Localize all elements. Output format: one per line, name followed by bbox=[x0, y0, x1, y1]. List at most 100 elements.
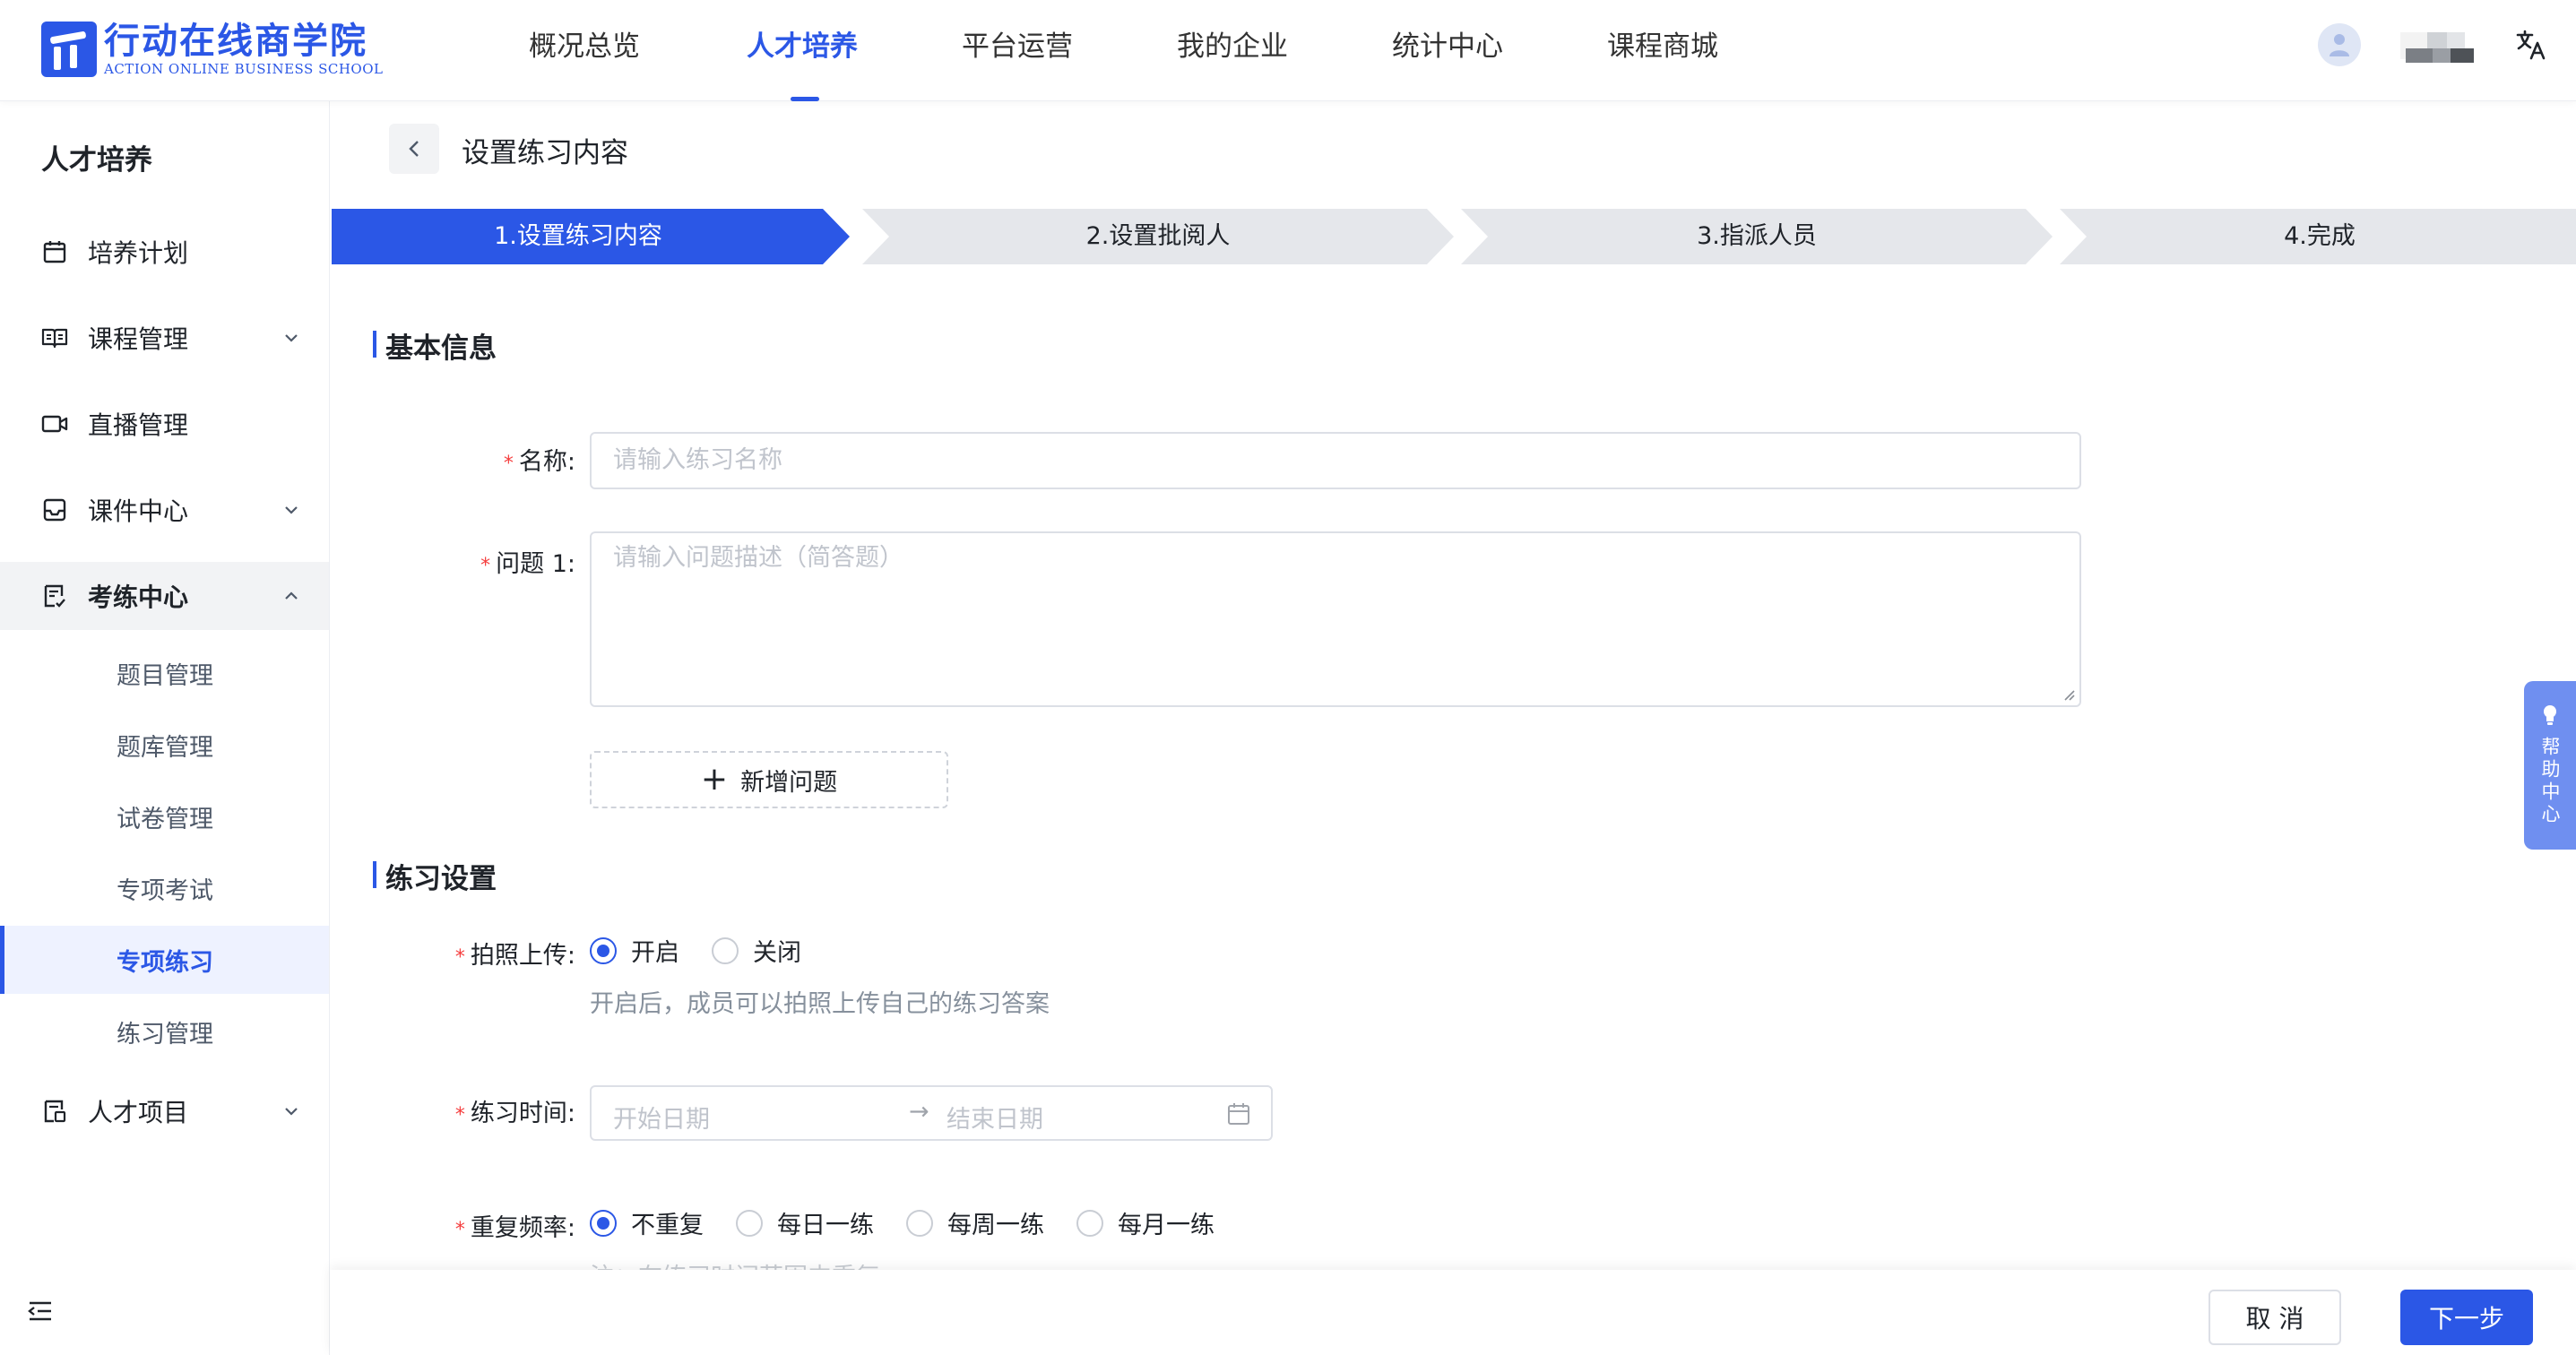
arrow-right-icon: → bbox=[909, 1098, 929, 1126]
sidebar-item-label: 课件中心 bbox=[88, 496, 189, 526]
avatar[interactable] bbox=[2318, 23, 2361, 66]
chevron-down-icon bbox=[281, 327, 302, 349]
photo-upload-on-radio[interactable]: 开启 bbox=[590, 933, 679, 968]
plus-icon: + bbox=[700, 761, 729, 798]
sidebar-item-label: 培养计划 bbox=[88, 238, 189, 268]
footer-bar: 取 消 下一步 bbox=[330, 1270, 2576, 1355]
sidebar-subitem-special-exam[interactable]: 专项考试 bbox=[0, 854, 329, 922]
photo-upload-off-radio[interactable]: 关闭 bbox=[712, 933, 801, 968]
repeat-daily-radio[interactable]: 每日一练 bbox=[736, 1205, 874, 1240]
repeat-weekly-radio[interactable]: 每周一练 bbox=[906, 1205, 1044, 1240]
nav-statistics[interactable]: 统计中心 bbox=[1392, 0, 1508, 101]
add-question-label: 新增问题 bbox=[740, 768, 838, 797]
video-icon bbox=[41, 410, 68, 437]
step-4[interactable]: 4.完成 bbox=[2060, 209, 2576, 264]
radio-dot bbox=[906, 1209, 933, 1237]
nav-operations[interactable]: 平台运营 bbox=[962, 0, 1078, 101]
help-center-button[interactable]: 帮助中心 bbox=[2524, 681, 2576, 850]
nav-overview[interactable]: 概况总览 bbox=[529, 0, 645, 101]
radio-dot bbox=[590, 936, 617, 964]
end-date-input[interactable]: 结束日期 bbox=[947, 1100, 1043, 1135]
question-1-textarea[interactable]: 请输入问题描述（简答题） bbox=[590, 531, 2081, 707]
step-label: 4.完成 bbox=[2284, 222, 2356, 250]
radio-label: 不重复 bbox=[631, 1212, 704, 1239]
repeat-frequency-radio-group: 不重复 每日一练 每周一练 每月一练 bbox=[590, 1205, 1247, 1240]
nav-talent[interactable]: 人才培养 bbox=[747, 0, 863, 101]
repeat-monthly-radio[interactable]: 每月一练 bbox=[1076, 1205, 1215, 1240]
lightbulb-icon bbox=[2544, 705, 2556, 725]
radio-label: 开启 bbox=[631, 939, 679, 967]
page-title: 设置练习内容 bbox=[462, 137, 628, 169]
chevron-left-icon bbox=[409, 141, 419, 157]
username-blurred[interactable] bbox=[2388, 25, 2481, 65]
sidebar-item-label: 课程管理 bbox=[88, 324, 189, 354]
sidebar-subitem-special-practice[interactable]: 专项练习 bbox=[0, 926, 329, 994]
main-content: 设置练习内容 1.设置练习内容 2.设置批阅人 3.指派人员 4.完成 基本信息… bbox=[330, 101, 2576, 1355]
sidebar-subitem-label: 题库管理 bbox=[117, 733, 213, 762]
sidebar-subitem-label: 试卷管理 bbox=[117, 805, 213, 833]
radio-dot bbox=[736, 1209, 763, 1237]
exam-icon bbox=[41, 583, 68, 609]
repeat-frequency-label-text: 重复频率: bbox=[470, 1214, 575, 1242]
cancel-button[interactable]: 取 消 bbox=[2209, 1290, 2341, 1345]
practice-time-label: * 练习时间: bbox=[454, 1100, 575, 1127]
logo[interactable]: 行动在线商学院 ACTION ONLINE BUSINESS SCHOOL bbox=[41, 18, 383, 81]
calendar-icon bbox=[41, 238, 68, 265]
section-title-basic: 基本信息 bbox=[373, 325, 497, 366]
top-nav: 概况总览 人才培养 平台运营 我的企业 统计中心 课程商城 bbox=[529, 0, 1718, 101]
sidebar-item-live[interactable]: 直播管理 bbox=[0, 390, 329, 458]
step-1[interactable]: 1.设置练习内容 bbox=[332, 209, 851, 264]
name-label-text: 名称: bbox=[518, 448, 575, 476]
name-input[interactable]: 请输入练习名称 bbox=[590, 432, 2081, 489]
resize-handle-icon[interactable] bbox=[2063, 689, 2076, 702]
back-button[interactable] bbox=[389, 124, 439, 174]
step-label: 1.设置练习内容 bbox=[494, 222, 662, 250]
sidebar: 人才培养 培养计划 课程管理 直播管理 课件中心 考练中心 题目管理 题库管理 … bbox=[0, 101, 330, 1355]
sidebar-subitem-questions[interactable]: 题目管理 bbox=[0, 639, 329, 707]
photo-upload-radio-group: 开启 关闭 bbox=[590, 933, 834, 968]
next-button[interactable]: 下一步 bbox=[2400, 1290, 2533, 1345]
sidebar-item-plan[interactable]: 培养计划 bbox=[0, 218, 329, 286]
nav-enterprise[interactable]: 我的企业 bbox=[1177, 0, 1293, 101]
step-2[interactable]: 2.设置批阅人 bbox=[862, 209, 1454, 264]
name-label: * 名称: bbox=[503, 448, 575, 476]
sidebar-item-label: 人才项目 bbox=[88, 1098, 189, 1127]
sidebar-item-courseware[interactable]: 课件中心 bbox=[0, 476, 329, 544]
user-icon bbox=[2330, 34, 2349, 56]
chevron-down-icon bbox=[281, 1100, 302, 1122]
logo-mark-icon bbox=[41, 22, 97, 77]
add-question-button[interactable]: + 新增问题 bbox=[590, 751, 948, 808]
nav-course-mall[interactable]: 课程商城 bbox=[1607, 0, 1724, 101]
step-label: 2.设置批阅人 bbox=[1085, 222, 1231, 250]
radio-dot bbox=[1076, 1209, 1103, 1237]
sidebar-item-exam[interactable]: 考练中心 bbox=[0, 562, 329, 630]
translate-icon[interactable] bbox=[2513, 27, 2549, 63]
sidebar-subitem-label: 练习管理 bbox=[117, 1020, 213, 1049]
calendar-icon bbox=[1228, 1103, 1249, 1125]
start-date-input[interactable]: 开始日期 bbox=[613, 1100, 710, 1135]
sidebar-subitem-label: 专项考试 bbox=[117, 876, 213, 905]
question-1-label: * 问题 1: bbox=[480, 550, 575, 578]
chevron-down-icon bbox=[281, 499, 302, 521]
sidebar-subitem-papers[interactable]: 试卷管理 bbox=[0, 782, 329, 850]
repeat-none-radio[interactable]: 不重复 bbox=[590, 1205, 704, 1240]
sidebar-item-label: 考练中心 bbox=[88, 583, 189, 612]
collapse-menu-icon[interactable] bbox=[27, 1299, 56, 1328]
sidebar-subitem-question-bank[interactable]: 题库管理 bbox=[0, 711, 329, 779]
repeat-frequency-label: * 重复频率: bbox=[454, 1214, 575, 1242]
sidebar-subitem-practice-manage[interactable]: 练习管理 bbox=[0, 997, 329, 1066]
sidebar-item-talent-project[interactable]: 人才项目 bbox=[0, 1077, 329, 1145]
step-3[interactable]: 3.指派人员 bbox=[1461, 209, 2053, 264]
step-bar: 1.设置练习内容 2.设置批阅人 3.指派人员 4.完成 bbox=[332, 209, 2576, 264]
sidebar-item-course[interactable]: 课程管理 bbox=[0, 304, 329, 372]
date-range-picker[interactable]: 开始日期 → 结束日期 bbox=[590, 1085, 1273, 1141]
radio-label: 每月一练 bbox=[1118, 1212, 1215, 1239]
radio-label: 每日一练 bbox=[777, 1212, 874, 1239]
sidebar-title: 人才培养 bbox=[41, 144, 152, 177]
project-icon bbox=[41, 1098, 68, 1125]
sidebar-subitem-label: 专项练习 bbox=[117, 948, 213, 977]
inbox-icon bbox=[41, 496, 68, 523]
photo-upload-hint: 开启后，成员可以拍照上传自己的练习答案 bbox=[590, 990, 1050, 1018]
photo-upload-label-text: 拍照上传: bbox=[470, 942, 575, 970]
radio-dot bbox=[590, 1209, 617, 1237]
